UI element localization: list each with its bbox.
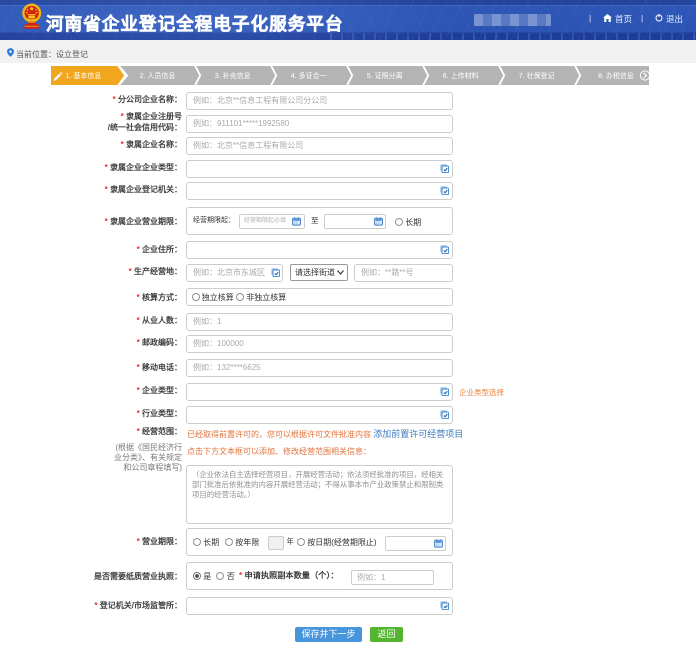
svg-text:3. 补充信息: 3. 补充信息 [215, 71, 251, 80]
svg-text:6. 上传材料: 6. 上传材料 [443, 71, 479, 80]
svg-text:1. 基本信息: 1. 基本信息 [66, 71, 102, 80]
svg-text:2. 人员信息: 2. 人员信息 [140, 71, 176, 80]
svg-text:5. 证照分离: 5. 证照分离 [367, 71, 403, 80]
svg-text:7. 社保登记: 7. 社保登记 [519, 71, 555, 80]
svg-text:8. 办税信息: 8. 办税信息 [598, 71, 634, 80]
svg-text:4. 多证合一: 4. 多证合一 [291, 71, 327, 80]
